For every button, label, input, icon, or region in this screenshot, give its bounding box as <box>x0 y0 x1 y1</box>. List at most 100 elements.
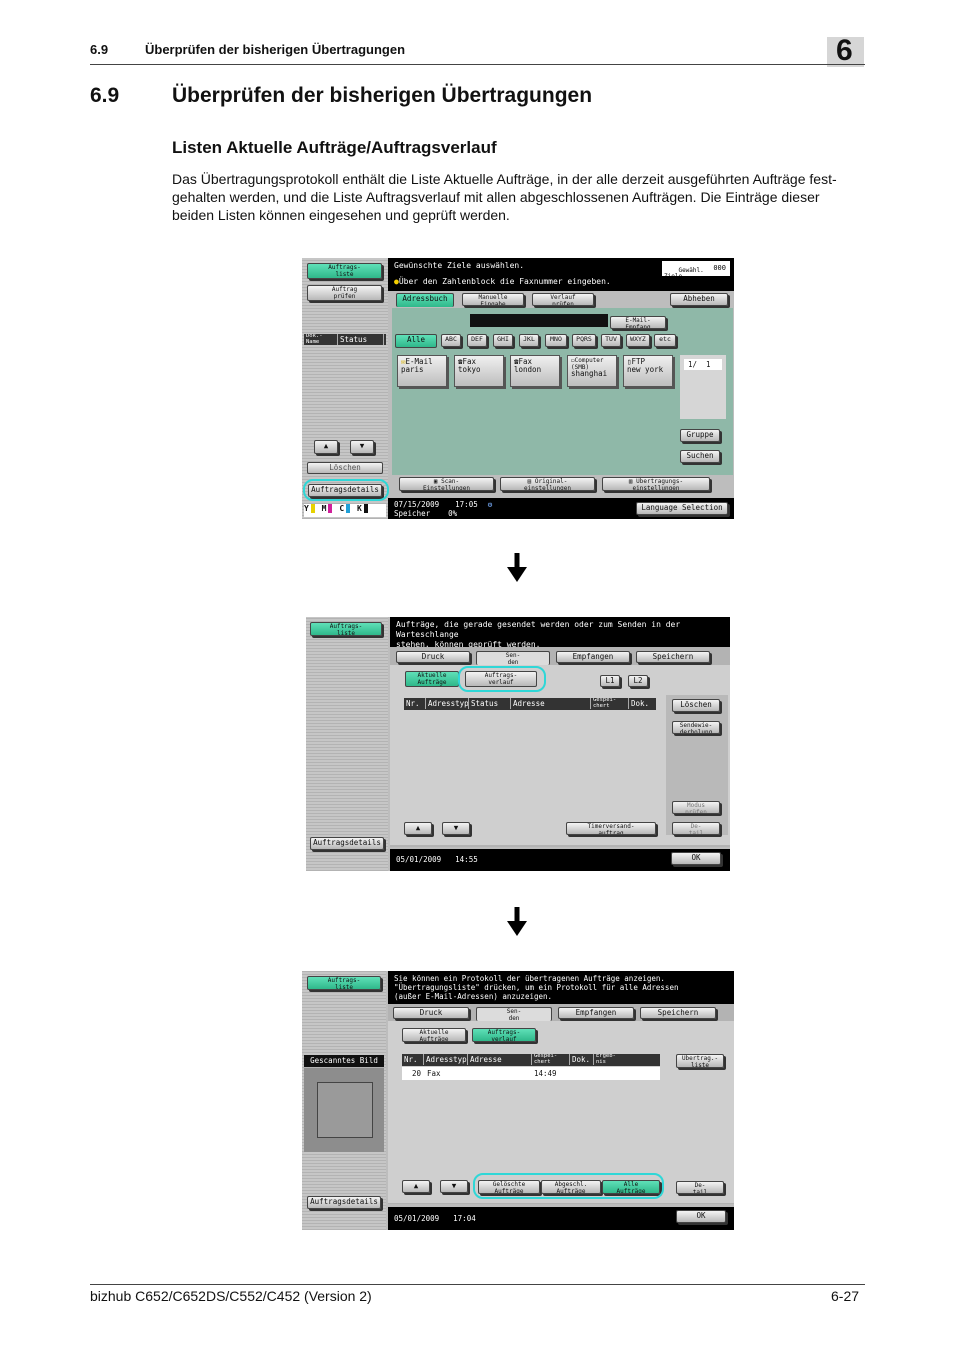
tab-history[interactable]: Verlauf prüfen <box>532 293 594 306</box>
search-button[interactable]: Suchen <box>680 450 720 463</box>
destination-tile[interactable]: ▯FTP new york <box>623 355 673 387</box>
fax-number-field[interactable] <box>470 314 608 327</box>
destination-tile[interactable]: ☎Fax london <box>510 355 560 387</box>
delete-button[interactable]: Löschen <box>307 462 383 474</box>
job-details-button[interactable]: Auftragsdetails <box>307 1196 381 1209</box>
tab-save[interactable]: Speichern <box>640 1007 716 1019</box>
index-tab-wxyz[interactable]: WXYZ <box>626 334 650 347</box>
header-divider <box>90 64 865 65</box>
message-line: Aufträge, die gerade gesendet werden ode… <box>396 620 681 639</box>
screen-fax-destination: Auftrags- liste Auftrag prüfen Dok.- Nam… <box>302 258 734 519</box>
col-address-type: Adresstyp <box>428 698 469 709</box>
toner-c-swatch <box>346 504 351 513</box>
email-receive-button[interactable]: E-Mail- Empfang <box>610 316 666 329</box>
col-stored: Gespei- chert <box>591 698 629 709</box>
table-row[interactable]: 20 Fax 14:49 <box>402 1067 660 1080</box>
pickup-button[interactable]: Abheben <box>670 293 728 306</box>
destination-tile[interactable]: ▭Computer (SMB) shanghai <box>567 355 617 387</box>
scanned-image-label: Gescanntes Bild <box>304 1055 384 1067</box>
row-type: Fax <box>427 1069 441 1078</box>
scroll-up-button[interactable]: ▲ <box>404 822 432 835</box>
status-time: 14:55 <box>455 855 478 864</box>
index-tab-all[interactable]: Alle <box>395 334 437 348</box>
detail-button[interactable]: De- tail <box>676 1181 724 1194</box>
original-settings-button[interactable]: ▤ Original- einstellungen <box>500 477 595 491</box>
screen2-right-panel <box>666 695 728 835</box>
screen3-message-bar: Sie können ein Protokoll der übertragene… <box>388 971 734 1004</box>
page-heading: 6.9 Überprüfen der bisherigen Übertragun… <box>90 84 592 108</box>
tab-print[interactable]: Druck <box>396 651 470 663</box>
intro-paragraph: Das Übertragungsprotokoll enthält die Li… <box>172 170 867 224</box>
ok-button[interactable]: OK <box>676 1210 726 1223</box>
destination-tile[interactable]: ☎Fax tokyo <box>454 355 504 387</box>
row-nr: 20 <box>412 1069 422 1078</box>
toner-indicator: Y M C K <box>304 504 386 517</box>
language-selection-button[interactable]: Language Selection <box>636 502 728 515</box>
footer-product: bizhub C652/C652DS/C552/C452 (Version 2) <box>90 1288 372 1304</box>
index-tab-def[interactable]: DEF <box>467 334 487 347</box>
scroll-up-button[interactable]: ▲ <box>314 440 338 454</box>
list-l2-button[interactable]: L2 <box>628 675 648 687</box>
current-jobs-button[interactable]: Aktuelle Aufträge <box>405 671 459 687</box>
index-tab-ghi[interactable]: GHI <box>493 334 513 347</box>
status-date: 05/01/2009 <box>396 855 442 864</box>
page-indicator-panel: 1/ 1 <box>680 355 726 419</box>
message-line: "Übertragungsliste" drücken, um ein Prot… <box>394 983 679 992</box>
ok-button[interactable]: OK <box>671 852 721 865</box>
list-l1-button[interactable]: L1 <box>600 675 620 687</box>
job-details-button[interactable]: Auftragsdetails <box>310 837 384 850</box>
delete-button[interactable]: Löschen <box>672 699 720 712</box>
job-list-button[interactable]: Auftrags- liste <box>307 976 381 990</box>
col-docs: Dok. <box>570 1054 594 1065</box>
screen-current-jobs: Auftrags- liste Auftragsdetails Aufträge… <box>306 617 730 871</box>
index-tab-pqrs[interactable]: PQRS <box>572 334 596 347</box>
screen2-message-bar: Aufträge, die gerade gesendet werden ode… <box>390 617 730 649</box>
group-button[interactable]: Gruppe <box>680 429 720 442</box>
tab-save[interactable]: Speichern <box>636 651 710 663</box>
detail-button[interactable]: De- tail <box>672 822 720 835</box>
tab-addressbook[interactable]: Adressbuch <box>396 293 454 307</box>
memory-label: Speicher <box>394 509 431 518</box>
resend-button[interactable]: Sendewie- derholung <box>672 721 720 734</box>
toner-m-swatch <box>328 504 333 513</box>
arrow-down-icon <box>507 553 527 582</box>
job-history-button[interactable]: Auftrags- verlauf <box>472 1028 536 1042</box>
job-list-button[interactable]: Auftrags- liste <box>307 263 382 279</box>
intro-line: gehalten werden, und die Liste Auftragsv… <box>172 189 820 205</box>
tab-send[interactable]: Sen- den <box>476 651 550 665</box>
header-section-title: Überprüfen der bisherigen Übertragungen <box>145 42 406 57</box>
tab-print[interactable]: Druck <box>393 1007 469 1019</box>
scroll-down-button[interactable]: ▼ <box>442 822 470 835</box>
job-list-button[interactable]: Auftrags- liste <box>310 622 382 636</box>
toner-y-label: Y <box>304 504 309 513</box>
tab-send[interactable]: Sen- den <box>476 1007 552 1021</box>
col-doc-name: Dok.- Name <box>304 334 338 345</box>
index-tab-tuv[interactable]: TUV <box>601 334 621 347</box>
destination-tile[interactable]: ✉E-Mail paris <box>397 355 447 387</box>
status-time: 17:04 <box>453 1214 476 1223</box>
arrow-down-icon <box>507 907 527 936</box>
toner-k-label: K <box>356 504 362 513</box>
index-tab-mno[interactable]: MNO <box>545 334 567 347</box>
job-table-header: Dok.- Name Status <box>304 334 386 345</box>
comm-settings-button[interactable]: ▥ Übertragungs- einstellungen <box>602 477 710 491</box>
timer-job-button[interactable]: Timerversand- auftrag <box>566 822 656 835</box>
tab-receive[interactable]: Empfangen <box>558 1007 634 1019</box>
scroll-up-button[interactable]: ▲ <box>402 1180 430 1193</box>
check-mode-button[interactable]: Modus prüfen <box>672 801 720 814</box>
tab-manual-input[interactable]: Manuelle Eingabe <box>462 293 524 306</box>
scroll-down-button[interactable]: ▼ <box>350 440 374 454</box>
current-jobs-button[interactable]: Aktuelle Aufträge <box>402 1028 466 1042</box>
scan-settings-icon: ▣ <box>433 478 442 485</box>
job-check-button[interactable]: Auftrag prüfen <box>307 285 382 301</box>
toner-c-label: C <box>339 504 345 513</box>
transmission-list-button[interactable]: Übertrag.- liste <box>676 1054 724 1068</box>
scan-settings-button[interactable]: ▣ Scan- Einstellungen <box>399 477 494 491</box>
index-tab-abc[interactable]: ABC <box>441 334 461 347</box>
status-time: 17:05 <box>455 500 478 509</box>
scroll-down-button[interactable]: ▼ <box>440 1180 468 1193</box>
index-tab-etc[interactable]: etc <box>654 334 676 347</box>
index-tab-jkl[interactable]: JKL <box>519 334 539 347</box>
tab-receive[interactable]: Empfangen <box>556 651 630 663</box>
screen2-sidebar <box>306 617 388 871</box>
